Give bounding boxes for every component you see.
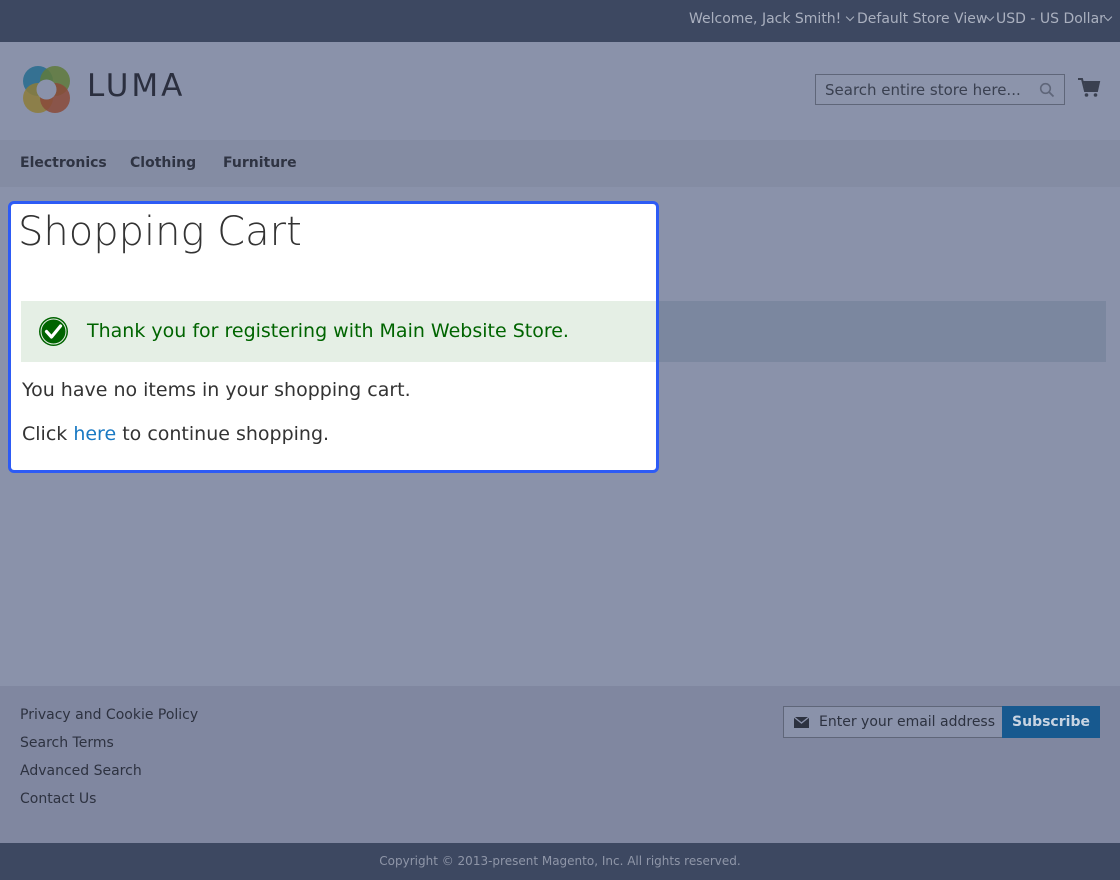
nav-item-clothing[interactable]: Clothing bbox=[130, 155, 196, 171]
welcome-text: Welcome, Jack Smith! bbox=[689, 11, 842, 27]
currency-label: USD - US Dollar bbox=[996, 11, 1105, 27]
nav-item-furniture[interactable]: Furniture bbox=[223, 155, 297, 171]
footer-link-contact[interactable]: Contact Us bbox=[20, 791, 96, 807]
main-navigation: Electronics Clothing Furniture bbox=[0, 140, 1120, 187]
success-message-extension bbox=[659, 301, 1106, 362]
search-box[interactable]: Search entire store here... bbox=[815, 74, 1065, 105]
chevron-down-icon bbox=[986, 12, 995, 22]
envelope-icon bbox=[794, 717, 809, 728]
nav-item-electronics[interactable]: Electronics bbox=[20, 155, 107, 171]
header: LUMA Search entire store here... bbox=[0, 42, 1120, 140]
store-view-label: Default Store View bbox=[857, 11, 988, 27]
footer-link-advanced-search[interactable]: Advanced Search bbox=[20, 763, 142, 779]
continue-shopping-text: Click here to continue shopping. bbox=[22, 423, 329, 445]
subscribe-button[interactable]: Subscribe bbox=[1002, 706, 1100, 738]
currency-switcher[interactable]: USD - US Dollar bbox=[996, 11, 1113, 27]
logo-text[interactable]: LUMA bbox=[87, 68, 185, 104]
success-message: Thank you for registering with Main Webs… bbox=[21, 301, 656, 362]
cart-icon[interactable] bbox=[1077, 75, 1101, 99]
copyright-text: Copyright © 2013-present Magento, Inc. A… bbox=[379, 854, 741, 868]
search-input[interactable]: Search entire store here... bbox=[825, 81, 1021, 99]
footer: Privacy and Cookie Policy Search Terms A… bbox=[0, 686, 1120, 843]
footer-link-privacy[interactable]: Privacy and Cookie Policy bbox=[20, 707, 198, 723]
success-message-text: Thank you for registering with Main Webs… bbox=[87, 320, 569, 342]
chevron-down-icon bbox=[846, 12, 855, 22]
store-view-switcher[interactable]: Default Store View bbox=[857, 11, 995, 27]
empty-cart-text: You have no items in your shopping cart. bbox=[22, 379, 411, 401]
footer-link-search-terms[interactable]: Search Terms bbox=[20, 735, 114, 751]
cart-content-panel: Shopping Cart Thank you for registering … bbox=[8, 201, 659, 473]
continue-suffix: to continue shopping. bbox=[122, 423, 330, 445]
newsletter-email-input[interactable]: Enter your email address bbox=[819, 714, 995, 730]
continue-shopping-link[interactable]: here bbox=[73, 423, 116, 445]
continue-prefix: Click bbox=[22, 423, 68, 445]
welcome-menu[interactable]: Welcome, Jack Smith! bbox=[689, 11, 855, 27]
luma-logo-icon[interactable] bbox=[20, 64, 72, 116]
top-bar: Welcome, Jack Smith! Default Store View … bbox=[0, 0, 1120, 42]
copyright-bar: Copyright © 2013-present Magento, Inc. A… bbox=[0, 843, 1120, 880]
page-title: Shopping Cart bbox=[18, 209, 302, 255]
check-icon bbox=[39, 317, 68, 346]
newsletter-email-field[interactable]: Enter your email address bbox=[783, 706, 1003, 738]
search-icon[interactable] bbox=[1039, 82, 1055, 98]
